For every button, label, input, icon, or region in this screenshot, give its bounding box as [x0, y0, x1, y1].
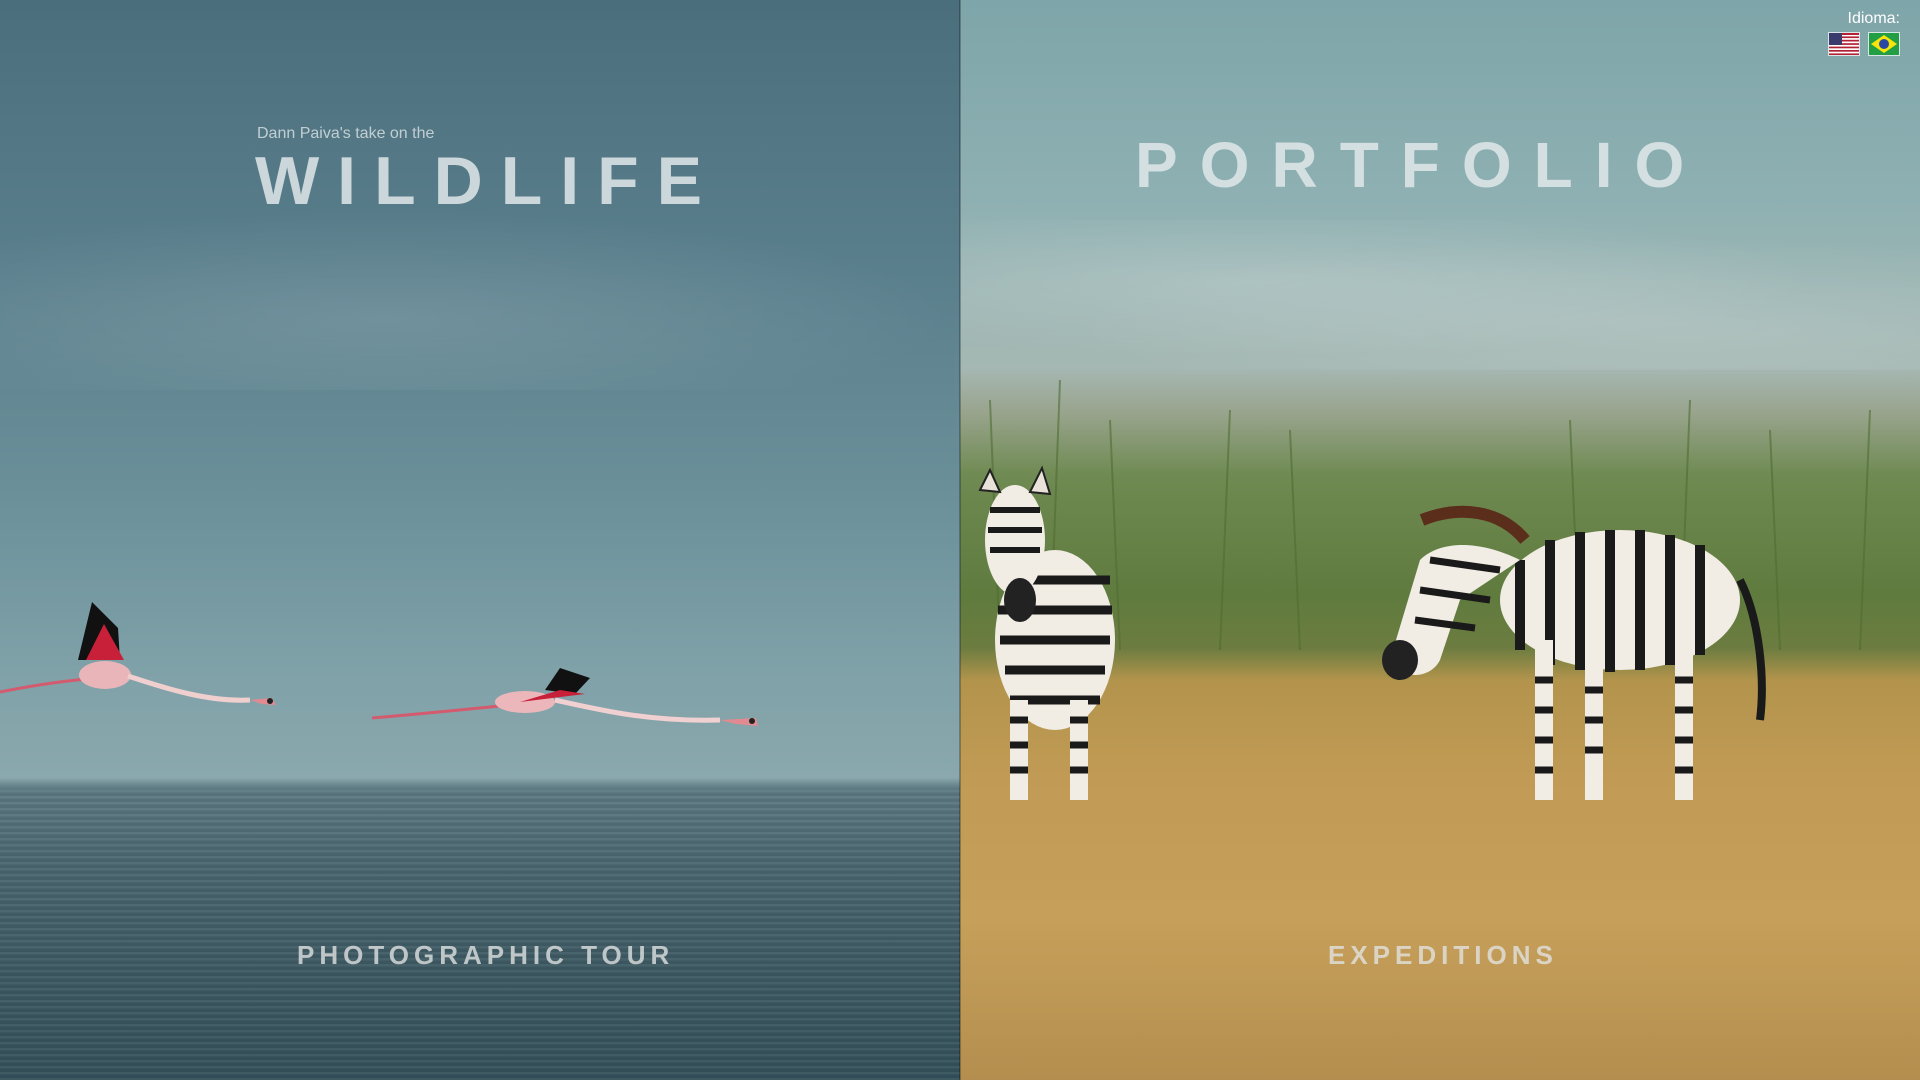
portfolio-panel[interactable]: PORTFOLIO EXPEDITIONS Idioma:	[960, 0, 1920, 1080]
zebra-right	[1382, 505, 1766, 800]
flamingo-left	[0, 602, 276, 705]
photographic-tour-link[interactable]: PHOTOGRAPHIC TOUR	[297, 940, 674, 971]
language-flags	[1820, 32, 1900, 56]
us-flag-icon[interactable]	[1828, 32, 1860, 56]
wildlife-panel[interactable]: Dann Paiva's take on the WILDLIFE PHOTOG…	[0, 0, 960, 1080]
subtitle: Dann Paiva's take on the	[257, 125, 435, 142]
wildlife-title: WILDLIFE	[255, 143, 721, 219]
zebra-left	[978, 465, 1115, 800]
expeditions-link[interactable]: EXPEDITIONS	[1328, 940, 1558, 971]
language-switcher: Idioma:	[1820, 10, 1900, 56]
landing-page: Dann Paiva's take on the WILDLIFE PHOTOG…	[0, 0, 1920, 1080]
flamingo-right	[371, 668, 758, 726]
portfolio-title: PORTFOLIO	[1135, 129, 1707, 201]
brazil-flag-icon[interactable]	[1868, 32, 1900, 56]
language-label: Idioma:	[1847, 10, 1900, 27]
panel-divider	[959, 0, 961, 1080]
